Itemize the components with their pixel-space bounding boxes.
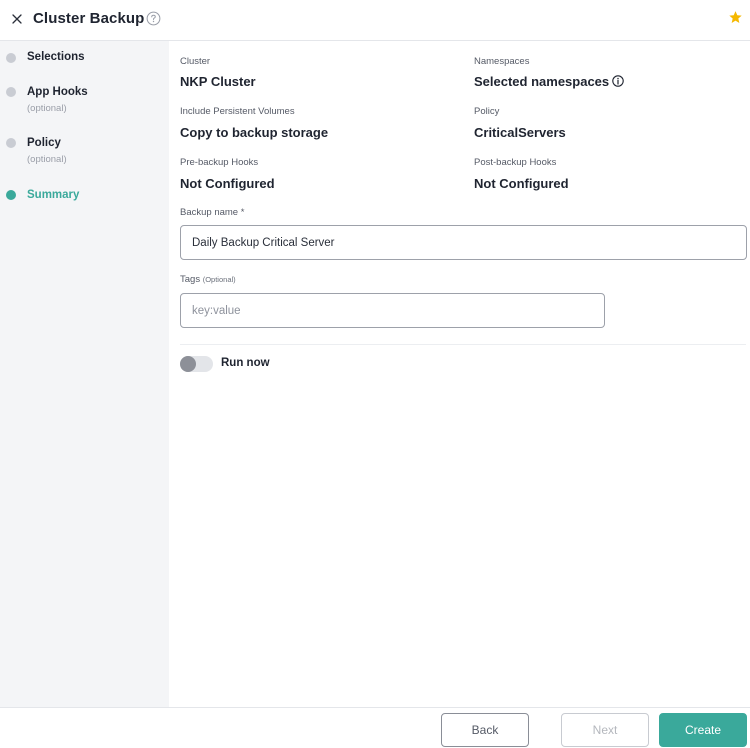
step-label: Summary: [27, 189, 80, 201]
post-backup-hooks-label: Post-backup Hooks: [474, 157, 557, 168]
step-policy[interactable]: Policy (optional): [0, 133, 169, 185]
dialog-footer: Back Next Create: [0, 707, 750, 748]
pre-backup-hooks-label: Pre-backup Hooks: [180, 157, 259, 168]
create-button[interactable]: Create: [659, 713, 747, 747]
policy-label: Policy: [474, 106, 500, 117]
step-optional-label: (optional): [27, 103, 67, 114]
step-selections[interactable]: Selections: [0, 41, 169, 81]
page-title: Cluster Backup: [33, 10, 145, 27]
next-button[interactable]: Next: [561, 713, 649, 747]
pre-backup-hooks-value: Not Configured: [180, 176, 275, 191]
toggle-knob: [180, 356, 196, 372]
persistent-volumes-label: Include Persistent Volumes: [180, 106, 295, 117]
summary-panel: Cluster NKP Cluster Namespaces Selected …: [169, 41, 750, 707]
cluster-value: NKP Cluster: [180, 74, 256, 89]
backup-name-field[interactable]: [180, 225, 747, 260]
namespaces-value-text: Selected namespaces: [474, 74, 610, 89]
step-label: App Hooks: [27, 86, 88, 98]
step-indicator: [6, 190, 16, 200]
run-now-label: Run now: [221, 357, 270, 369]
dialog-header: Cluster Backup: [0, 0, 750, 41]
close-icon[interactable]: [12, 14, 22, 24]
step-label: Policy: [27, 137, 61, 149]
post-backup-hooks-value: Not Configured: [474, 176, 569, 191]
step-summary[interactable]: Summary: [0, 185, 169, 215]
backup-name-label: Backup name *: [180, 207, 245, 218]
backup-name-input[interactable]: [181, 226, 746, 259]
section-divider: [180, 344, 746, 345]
tags-label-text: Tags: [180, 274, 201, 285]
persistent-volumes-value: Copy to backup storage: [180, 125, 329, 140]
policy-value: CriticalServers: [474, 125, 566, 140]
help-circle-icon[interactable]: [146, 11, 161, 26]
close-button[interactable]: [8, 10, 26, 28]
star-icon[interactable]: [728, 10, 743, 25]
step-indicator: [6, 138, 16, 148]
wizard-steps-sidebar: Selections App Hooks (optional) Policy (…: [0, 41, 169, 707]
tags-field[interactable]: [180, 293, 605, 328]
step-indicator: [6, 53, 16, 63]
step-indicator: [6, 87, 16, 97]
cluster-label: Cluster: [180, 56, 211, 67]
namespaces-value: Selected namespaces: [474, 74, 624, 89]
tags-label: Tags (Optional): [180, 274, 236, 285]
run-now-toggle[interactable]: [180, 356, 213, 372]
namespaces-label: Namespaces: [474, 56, 530, 67]
tags-optional-label: (Optional): [202, 275, 236, 284]
step-optional-label: (optional): [27, 154, 67, 165]
info-icon[interactable]: [612, 75, 624, 87]
tags-input[interactable]: [181, 294, 604, 327]
back-button[interactable]: Back: [441, 713, 529, 747]
step-app-hooks[interactable]: App Hooks (optional): [0, 81, 169, 133]
step-label: Selections: [27, 51, 85, 63]
